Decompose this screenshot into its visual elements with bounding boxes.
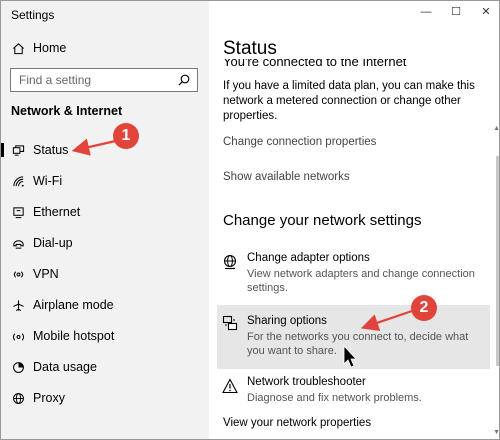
sidebar-item-dial-up[interactable]: Dial-up xyxy=(1,229,209,257)
show-available-networks-link[interactable]: Show available networks xyxy=(223,171,350,183)
window-title: Settings xyxy=(11,8,55,22)
sidebar-item-label: Dial-up xyxy=(33,236,73,250)
annotation-badge-2: 2 xyxy=(411,295,437,321)
search-icon[interactable] xyxy=(178,74,190,86)
annotation-badge-1: 1 xyxy=(113,123,139,149)
sidebar-item-ethernet[interactable]: Ethernet xyxy=(1,198,209,226)
data-usage-icon xyxy=(11,360,25,374)
page-title: Status xyxy=(223,38,277,59)
sidebar-item-airplane-mode[interactable]: Airplane mode xyxy=(1,291,209,319)
change-connection-properties-link[interactable]: Change connection properties xyxy=(223,136,376,148)
scroll-thumb[interactable] xyxy=(496,156,499,366)
airplane-icon xyxy=(11,298,25,312)
ethernet-icon xyxy=(11,205,25,219)
home-icon xyxy=(11,41,25,55)
status-icon xyxy=(11,143,25,157)
sidebar-item-label: VPN xyxy=(33,267,59,281)
connection-status-text: You're connected to the Internet xyxy=(223,59,407,69)
metered-info-text: If you have a limited data plan, you can… xyxy=(223,80,475,122)
view-network-properties-link[interactable]: View your network properties xyxy=(223,417,371,429)
option-title: Change adapter options xyxy=(247,252,370,264)
home-label: Home xyxy=(33,41,67,55)
close-button[interactable]: ✕ xyxy=(475,4,497,20)
wifi-icon xyxy=(11,174,25,188)
dial-up-icon xyxy=(11,236,25,250)
sidebar: Settings Home Network & Internet Status … xyxy=(1,1,209,439)
network-troubleshooter[interactable]: Network troubleshooter Diagnose and fix … xyxy=(217,376,490,408)
search-input[interactable] xyxy=(19,72,169,88)
sidebar-item-label: Airplane mode xyxy=(33,298,114,312)
sidebar-item-status[interactable]: Status xyxy=(1,136,209,164)
sidebar-item-mobile-hotspot[interactable]: Mobile hotspot xyxy=(1,322,209,350)
option-title: Sharing options xyxy=(247,315,327,327)
sidebar-item-label: Proxy xyxy=(33,391,65,405)
sidebar-item-wifi[interactable]: Wi-Fi xyxy=(1,167,209,195)
proxy-icon xyxy=(11,391,25,405)
sidebar-item-label: Data usage xyxy=(33,360,97,374)
option-description: For the networks you connect to, decide … xyxy=(247,331,469,357)
section-heading: Change your network settings xyxy=(223,212,422,229)
scroll-down-arrow-icon[interactable]: ▼ xyxy=(493,429,499,436)
sharing-icon xyxy=(222,315,238,331)
option-title: Network troubleshooter xyxy=(247,376,366,388)
sidebar-item-data-usage[interactable]: Data usage xyxy=(1,353,209,381)
settings-window: Settings Home Network & Internet Status … xyxy=(0,0,500,440)
minimize-button[interactable]: — xyxy=(415,4,437,20)
change-adapter-options[interactable]: Change adapter options View network adap… xyxy=(217,252,490,296)
maximize-button[interactable]: ☐ xyxy=(445,4,467,20)
sidebar-item-label: Wi-Fi xyxy=(33,174,63,188)
hotspot-icon xyxy=(11,329,25,343)
home-nav-item[interactable]: Home xyxy=(1,34,209,62)
sidebar-item-label: Status xyxy=(33,143,69,157)
connection-status-heading: You're connected to the Internet xyxy=(223,59,493,71)
search-box[interactable] xyxy=(10,68,198,92)
sharing-options[interactable]: Sharing options For the networks you con… xyxy=(217,305,490,369)
option-description: Diagnose and fix network problems. xyxy=(247,392,422,404)
option-description: View network adapters and change connect… xyxy=(247,268,475,294)
sidebar-item-proxy[interactable]: Proxy xyxy=(1,384,209,412)
section-title: Network & Internet xyxy=(11,104,123,118)
sidebar-item-label: Ethernet xyxy=(33,205,81,219)
sidebar-item-vpn[interactable]: VPN xyxy=(1,260,209,288)
warning-icon xyxy=(222,378,238,394)
adapter-icon xyxy=(223,254,237,270)
vpn-icon xyxy=(11,267,25,281)
scroll-up-arrow-icon[interactable]: ▲ xyxy=(493,125,499,132)
sidebar-item-label: Mobile hotspot xyxy=(33,329,115,343)
main-content: — ☐ ✕ Status You're connected to the Int… xyxy=(209,1,499,439)
